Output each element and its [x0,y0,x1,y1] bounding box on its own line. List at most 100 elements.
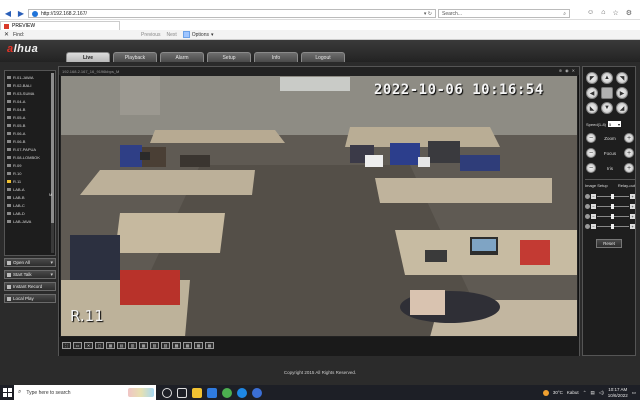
layout-64-icon[interactable]: ▦ [205,342,214,349]
taskbar-search-input[interactable]: ⌕ Type here to search [14,385,156,400]
snapshot-icon[interactable]: ◉ [565,68,569,73]
channel-item[interactable]: R.04-B [7,105,51,113]
channel-item[interactable]: LAB-D [7,209,51,217]
cortana-icon[interactable] [162,387,172,398]
camera-live-view[interactable]: 2022-10-06 10:16:54 R.11 [60,75,578,337]
reset-button[interactable]: Reset [596,239,622,248]
slider-plus-icon[interactable]: + [630,214,635,219]
forward-icon[interactable]: ▶ [16,9,26,19]
ptz-left-icon[interactable]: ◀ [586,87,598,99]
tab-playback[interactable]: Playback [113,52,157,62]
scrollbar-thumb[interactable] [51,73,54,223]
contrast-slider[interactable]: − + [585,203,635,210]
channel-item[interactable]: R.06-B [7,137,51,145]
store-icon[interactable] [207,387,217,398]
channel-item[interactable]: R.02-BALI [7,81,51,89]
slider-plus-icon[interactable]: + [630,224,635,229]
chrome-icon[interactable] [222,387,232,398]
close-find-icon[interactable]: ✕ [4,31,9,38]
notifications-icon[interactable]: ▭ [632,390,636,396]
ptz-center-icon[interactable] [601,87,613,99]
chevron-down-icon[interactable]: ▾ [50,272,53,278]
tab-alarm[interactable]: Alarm [160,52,204,62]
layout-13-icon[interactable]: ▧ [150,342,159,349]
file-explorer-icon[interactable] [192,387,202,398]
channel-item[interactable]: R.05-A [7,113,51,121]
volume-icon[interactable]: ◁) [599,390,604,396]
speed-select[interactable]: 5 ▾ [608,121,622,127]
local-play-button[interactable]: Local Play [4,294,56,303]
instant-record-button[interactable]: Instant Record [4,282,56,291]
ptz-right-icon[interactable]: ▶ [616,87,628,99]
start-talk-button[interactable]: Start Talk ▾ [4,270,56,279]
find-options-button[interactable]: Options ▾ [182,31,214,38]
channel-item[interactable]: R.09 [7,161,51,169]
image-setup-tab[interactable]: Image Setup [585,183,608,188]
layout-20-icon[interactable]: ▩ [172,342,181,349]
channel-scrollbar[interactable] [51,73,54,253]
find-input[interactable]: Find: [13,32,141,38]
layout-9-icon[interactable]: ▦ [139,342,148,349]
zoom-in-button[interactable]: + [623,133,634,143]
hue-slider[interactable]: − + [585,223,635,230]
layout-1-icon[interactable]: ▢ [95,342,104,349]
layout-36-icon[interactable]: ▦ [194,342,203,349]
gear-icon[interactable]: ⚙ [626,9,632,17]
fullscreen-icon[interactable]: ⛶ [62,342,71,349]
iris-close-button[interactable]: − [586,163,596,173]
slider-track[interactable] [597,214,629,219]
url-input[interactable]: http://192.168.2.167/ ▾ ↻ [28,9,436,18]
tab-logout[interactable]: Logout [301,52,345,62]
network-icon[interactable]: ▤ [590,390,594,396]
layout-8-icon[interactable]: ▥ [128,342,137,349]
tab-live[interactable]: Live [66,52,110,62]
ptz-down-right-icon[interactable]: ◢ [616,102,628,114]
channel-item[interactable]: LAB-B [7,193,51,201]
ratio-icon[interactable]: ▭ [73,342,82,349]
slider-minus-icon[interactable]: − [591,204,596,209]
slider-plus-icon[interactable]: + [630,204,635,209]
focus-out-button[interactable]: − [586,148,596,158]
channel-item[interactable]: LAB-C [7,201,51,209]
back-icon[interactable]: ◀ [3,9,13,19]
close-video-icon[interactable]: ✕ [572,68,575,73]
channel-item[interactable]: LAB-JAVA [7,217,51,225]
channel-item[interactable]: R.10 [7,169,51,177]
internet-explorer-icon[interactable] [252,387,262,398]
favorites-icon[interactable]: ☆ [612,9,618,17]
layout-6-icon[interactable]: ▤ [117,342,126,349]
channel-item[interactable]: R.07-PAPUA [7,145,51,153]
task-view-icon[interactable] [177,387,187,398]
slider-minus-icon[interactable]: − [591,194,596,199]
slider-knob[interactable] [611,224,615,229]
ptz-down-left-icon[interactable]: ◣ [586,102,598,114]
channel-item[interactable]: R.01-JAWA [7,73,51,81]
windows-start-icon[interactable] [0,385,14,400]
tab-info[interactable]: Info [254,52,298,62]
weather-icon[interactable] [542,389,549,396]
saturation-slider[interactable]: − + [585,213,635,220]
channel-item[interactable]: R.05-B [7,121,51,129]
layout-25-icon[interactable]: ▦ [183,342,192,349]
ptz-up-icon[interactable]: ▲ [601,72,613,84]
channel-item[interactable]: R.06-A [7,129,51,137]
system-clock[interactable]: 10:17 AM 10/6/2022 [608,387,628,398]
ptz-up-right-icon[interactable]: ◥ [616,72,628,84]
layout-4-icon[interactable]: ▦ [106,342,115,349]
focus-in-button[interactable]: + [623,148,634,158]
channel-item[interactable]: R.03-SUMA [7,89,51,97]
chevron-up-icon[interactable]: ⌃ [583,390,587,396]
browser-search-input[interactable]: Search... ⌕ [438,9,570,18]
slider-knob[interactable] [611,194,615,199]
zoom-icon[interactable]: ⊕ [559,68,562,73]
find-next-button[interactable]: Next [166,32,176,38]
slider-knob[interactable] [611,204,615,209]
fit-icon[interactable]: ✕ [84,342,93,349]
slider-track[interactable] [597,204,629,209]
smiley-icon[interactable]: ☺ [587,9,594,17]
channel-item[interactable]: R.08-LOMBOK [7,153,51,161]
slider-track[interactable] [597,224,629,229]
slider-plus-icon[interactable]: + [630,194,635,199]
search-icon[interactable]: ⌕ [563,11,566,17]
relay-out-tab[interactable]: Relay-out [618,183,635,188]
